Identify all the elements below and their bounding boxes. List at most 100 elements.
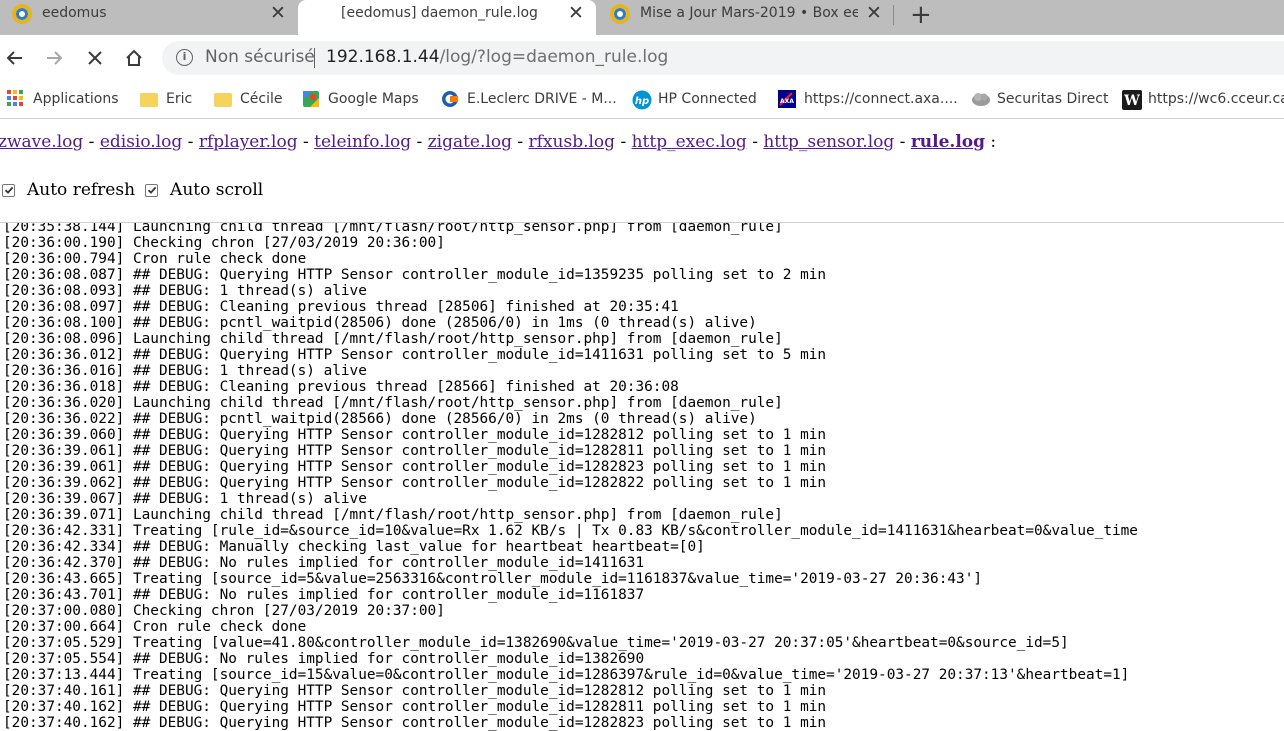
- log-link-separator: -: [746, 132, 764, 152]
- folder-icon: [140, 93, 158, 107]
- back-button[interactable]: [0, 43, 30, 73]
- bookmark-hp-connected[interactable]: hp HP Connected: [632, 89, 757, 110]
- log-line: [20:37:40.162] ## DEBUG: Querying HTTP S…: [3, 715, 827, 731]
- log-line: [20:37:13.444] Treating [source_id=15&va…: [3, 667, 1130, 683]
- bookmark-securitas-direct[interactable]: Securitas Direct: [971, 89, 1108, 109]
- url-text[interactable]: 192.168.1.44/log/?log=daemon_rule.log: [326, 47, 668, 67]
- bookmark-applications[interactable]: Applications: [7, 89, 119, 109]
- bookmark-leclerc-drive[interactable]: E.Leclerc DRIVE - M...: [441, 89, 617, 109]
- bookmark-cecile[interactable]: Cécile: [214, 89, 282, 109]
- home-button[interactable]: [119, 43, 149, 73]
- log-link-zwave-log[interactable]: zwave.log: [0, 132, 83, 152]
- securitas-icon: [971, 90, 990, 108]
- log-line: [20:36:43.665] Treating [source_id=5&val…: [3, 571, 983, 587]
- tab-daemon-rule-log[interactable]: [eedomus] daemon_rule.log ✕: [298, 0, 596, 35]
- w-icon: W: [1122, 90, 1142, 110]
- tab-title: [eedomus] daemon_rule.log: [341, 5, 538, 21]
- url-path: /log/?log=daemon_rule.log: [439, 47, 669, 67]
- log-file-links: zwave.log - edisio.log - rfplayer.log - …: [0, 132, 996, 152]
- tab-eedomus[interactable]: eedomus ✕: [0, 0, 298, 35]
- apps-icon: [7, 90, 25, 108]
- log-link-separator: -: [297, 132, 315, 152]
- log-line: [20:36:08.100] ## DEBUG: pcntl_waitpid(2…: [3, 315, 757, 331]
- tab-title: Mise a Jour Mars-2019 • Box eed: [640, 5, 858, 21]
- checkmark-icon: [4, 186, 13, 194]
- log-line: [20:36:39.071] Launching child thread [/…: [3, 507, 783, 523]
- log-options: Auto refresh Auto scroll: [2, 180, 273, 200]
- stop-x-icon: [88, 51, 102, 65]
- log-line: [20:36:42.331] Treating [rule_id=&source…: [3, 523, 1138, 539]
- log-line: [20:36:39.061] ## DEBUG: Querying HTTP S…: [3, 443, 827, 459]
- close-tab-icon[interactable]: ✕: [270, 3, 286, 23]
- log-line: [20:36:36.016] ## DEBUG: 1 thread(s) ali…: [3, 363, 367, 379]
- log-line: [20:36:36.012] ## DEBUG: Querying HTTP S…: [3, 347, 827, 363]
- log-link-rfplayer-log[interactable]: rfplayer.log: [199, 132, 298, 152]
- log-line: [20:36:42.370] ## DEBUG: No rules implie…: [3, 555, 645, 571]
- bookmarks-bar: Applications Eric Cécile Google Maps E.L…: [0, 81, 1284, 119]
- log-line: [20:37:05.529] Treating [value=41.80&con…: [3, 635, 1069, 651]
- bookmark-wc6-cceur[interactable]: W https://wc6.cceur.ca: [1122, 89, 1284, 110]
- log-line: [20:36:36.022] ## DEBUG: pcntl_waitpid(2…: [3, 411, 757, 427]
- log-output[interactable]: [20:35:38.144] Launching child thread [/…: [0, 222, 1284, 731]
- log-link-rfxusb-log[interactable]: rfxusb.log: [529, 132, 616, 152]
- info-icon[interactable]: i: [176, 49, 193, 66]
- log-link-separator: -: [894, 132, 911, 152]
- google-maps-icon: [302, 90, 320, 108]
- bookmark-label: https://wc6.cceur.ca: [1148, 91, 1284, 107]
- log-line: [20:36:00.794] Cron rule check done: [3, 251, 307, 267]
- log-link-http-exec-log[interactable]: http_exec.log: [632, 132, 747, 152]
- auto-scroll-label[interactable]: Auto scroll: [170, 180, 263, 200]
- address-bar[interactable]: i Non sécurisé 192.168.1.44/log/?log=dae…: [162, 41, 1284, 75]
- auto-refresh-checkbox[interactable]: [2, 183, 15, 197]
- leclerc-icon: [441, 90, 459, 108]
- forward-button[interactable]: [39, 43, 69, 73]
- log-link-separator: -: [182, 132, 199, 152]
- log-link-edisio-log[interactable]: edisio.log: [100, 132, 182, 152]
- log-link-separator: -: [511, 132, 529, 152]
- bookmark-label: Google Maps: [328, 91, 419, 107]
- log-line: [20:36:08.097] ## DEBUG: Cleaning previo…: [3, 299, 679, 315]
- auto-scroll-checkbox[interactable]: [145, 183, 159, 197]
- url-host: 192.168.1.44: [326, 47, 440, 67]
- stop-loading-button[interactable]: [80, 43, 110, 73]
- log-line: [20:36:39.060] ## DEBUG: Querying HTTP S…: [3, 427, 827, 443]
- svg-text:hp: hp: [635, 96, 649, 107]
- bookmark-label: Applications: [33, 91, 119, 107]
- forward-arrow-icon: [47, 51, 63, 65]
- log-link-separator: -: [411, 132, 428, 152]
- log-line: [20:36:08.087] ## DEBUG: Querying HTTP S…: [3, 267, 827, 283]
- security-label[interactable]: Non sécurisé: [205, 47, 315, 67]
- close-tab-icon[interactable]: ✕: [866, 3, 882, 23]
- tab-mise-a-jour[interactable]: Mise a Jour Mars-2019 • Box eed ✕: [596, 0, 894, 35]
- bookmark-label: E.Leclerc DRIVE - M...: [467, 91, 617, 107]
- log-link-http-sensor-log[interactable]: http_sensor.log: [763, 132, 894, 152]
- close-tab-icon[interactable]: ✕: [568, 3, 584, 23]
- auto-refresh-label[interactable]: Auto refresh: [27, 180, 135, 200]
- log-line: [20:36:08.096] Launching child thread [/…: [3, 331, 783, 347]
- new-tab-plus-icon[interactable]: +: [910, 2, 932, 28]
- browser-toolbar: i Non sécurisé 192.168.1.44/log/?log=dae…: [0, 35, 1284, 81]
- log-line: [20:36:39.062] ## DEBUG: Querying HTTP S…: [3, 475, 827, 491]
- log-link-teleinfo-log[interactable]: teleinfo.log: [314, 132, 411, 152]
- log-line: [20:36:39.061] ## DEBUG: Querying HTTP S…: [3, 459, 827, 475]
- bookmark-google-maps[interactable]: Google Maps: [302, 89, 419, 109]
- tab-title: eedomus: [42, 5, 107, 21]
- log-link-separator: -: [615, 132, 632, 152]
- tab-strip: eedomus ✕ [eedomus] daemon_rule.log ✕ Mi…: [0, 0, 1284, 35]
- log-line: [20:36:36.020] Launching child thread [/…: [3, 395, 783, 411]
- svg-text:AXA: AXA: [780, 98, 794, 105]
- bookmark-axa[interactable]: AXA https://connect.axa....: [778, 89, 958, 109]
- log-link-rule-log[interactable]: rule.log: [911, 132, 985, 152]
- log-lines: [20:35:38.144] Launching child thread [/…: [3, 223, 1138, 731]
- log-link-zigate-log[interactable]: zigate.log: [428, 132, 512, 152]
- log-line: [20:36:00.190] Checking chron [27/03/201…: [3, 235, 445, 251]
- home-icon: [126, 49, 142, 66]
- bookmark-eric[interactable]: Eric: [140, 89, 192, 109]
- bookmark-label: HP Connected: [658, 91, 757, 107]
- log-link-separator: -: [83, 132, 100, 152]
- log-line: [20:36:39.067] ## DEBUG: 1 thread(s) ali…: [3, 491, 367, 507]
- bookmark-label: Cécile: [240, 91, 283, 107]
- bookmark-label: Securitas Direct: [997, 91, 1109, 107]
- log-line: [20:36:36.018] ## DEBUG: Cleaning previo…: [3, 379, 679, 395]
- log-line: [20:37:00.664] Cron rule check done: [3, 619, 307, 635]
